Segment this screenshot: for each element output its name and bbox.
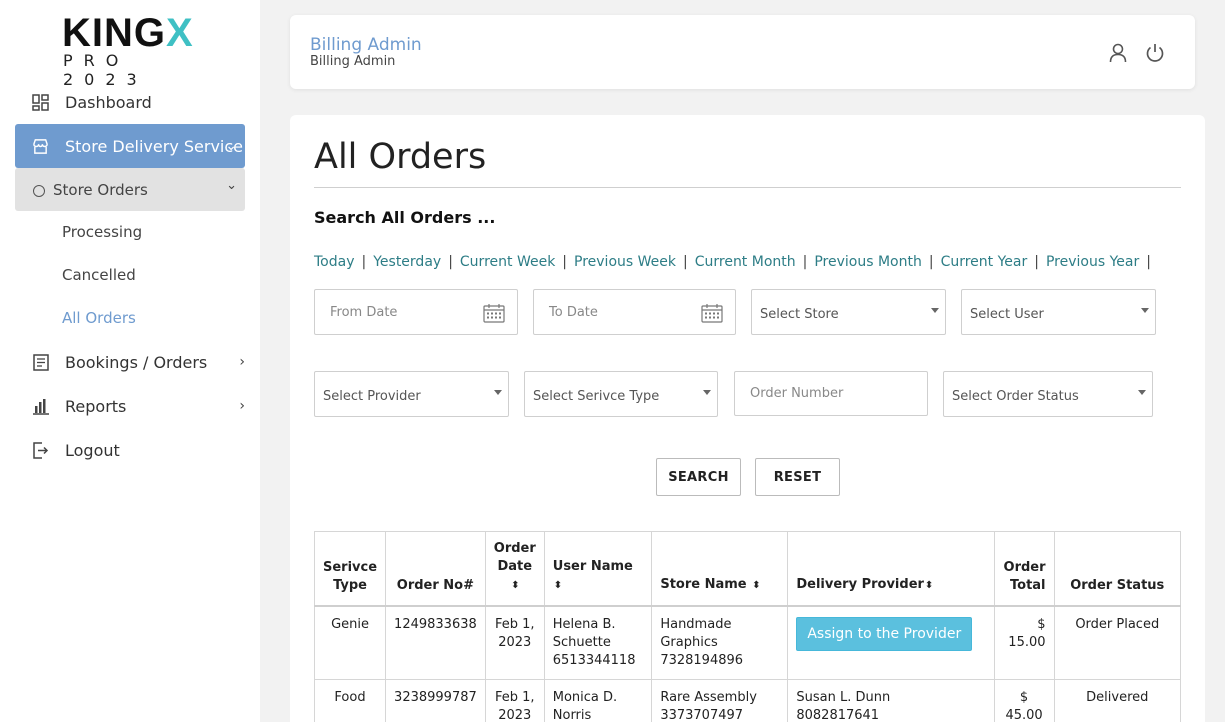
circle-icon xyxy=(33,185,45,197)
sidebar-item-store-orders[interactable]: Store Orders ⌄ xyxy=(15,168,245,211)
sidebar-link-processing[interactable]: Processing xyxy=(62,223,142,241)
sort-icon[interactable]: ⬍ xyxy=(752,580,760,591)
calendar-icon[interactable] xyxy=(701,303,723,323)
sidebar: KINGX PRO 2023 Dashboard Store Delivery … xyxy=(0,0,260,722)
cell-order-no: 1249833638 xyxy=(385,605,486,680)
caret-down-icon xyxy=(1138,390,1146,395)
divider xyxy=(314,187,1181,188)
table-header-row: Serivce Type Order No# Order Date ⬍ User Na… xyxy=(313,531,1182,607)
dashboard-icon xyxy=(32,93,49,111)
cell-service-type: Genie xyxy=(313,605,387,680)
chevron-right-icon: › xyxy=(239,354,245,370)
page-title: All Orders xyxy=(314,137,487,177)
cell-store-name: Handmade Graphics 7328194896 xyxy=(651,605,789,680)
sidebar-item-bookings[interactable]: Bookings / Orders › xyxy=(15,340,245,384)
cell-user-name: Helena B. Schuette 6513344118 xyxy=(543,605,653,680)
table-row: Genie 1249833638 Feb 1, 2023 Helena B. Sch… xyxy=(313,605,1182,680)
table-row: Food 3238999787 Feb 1, 2023 Monica D. Norr… xyxy=(313,679,1182,722)
caret-down-icon xyxy=(1141,308,1149,313)
sidebar-item-label: Store Delivery Service xyxy=(65,136,244,156)
cell-order-status: Delivered xyxy=(1053,679,1182,722)
sort-icon[interactable]: ⬍ xyxy=(554,580,562,591)
filter-previous-week[interactable]: Previous Week xyxy=(574,254,676,270)
assign-provider-button[interactable]: Assign to the Provider xyxy=(796,617,973,651)
column-header-order-date[interactable]: Order Date ⬍ xyxy=(484,531,545,607)
user-select[interactable]: Select User xyxy=(961,289,1156,335)
filter-yesterday[interactable]: Yesterday xyxy=(373,254,441,270)
chevron-right-icon: › xyxy=(239,398,245,414)
sidebar-item-label: Dashboard xyxy=(65,92,152,112)
filter-previous-year[interactable]: Previous Year xyxy=(1046,254,1139,270)
user-icon[interactable] xyxy=(1107,42,1129,64)
cell-order-total: $ 15.00 xyxy=(993,605,1055,680)
sidebar-link-cancelled[interactable]: Cancelled xyxy=(62,266,136,284)
filter-current-week[interactable]: Current Week xyxy=(460,254,555,270)
service-type-select[interactable]: Select Serivce Type xyxy=(524,371,718,417)
header-subtitle: Billing Admin xyxy=(310,54,396,69)
cell-order-no: 3238999787 xyxy=(385,679,486,722)
column-header-delivery-provider[interactable]: Delivery Provider⬍ xyxy=(787,531,995,607)
main-content: All Orders Search All Orders ... Today | … xyxy=(290,115,1205,722)
column-header-user-name[interactable]: User Name ⬍ xyxy=(543,531,653,607)
cell-order-date: Feb 1, 2023 xyxy=(484,679,545,722)
column-header-order-no: Order No# xyxy=(385,531,486,607)
sidebar-item-label: Logout xyxy=(65,440,120,460)
sidebar-item-store-delivery[interactable]: Store Delivery Service ⌄ xyxy=(15,124,245,168)
column-header-order-status: Order Status xyxy=(1053,531,1182,607)
store-icon xyxy=(32,138,49,155)
search-button[interactable]: SEARCH xyxy=(656,458,741,496)
logo-x: X xyxy=(166,11,194,55)
cell-order-date: Feb 1, 2023 xyxy=(484,605,545,680)
header-bar: Billing Admin Billing Admin xyxy=(290,15,1195,89)
store-select[interactable]: Select Store xyxy=(751,289,946,335)
sidebar-item-label: Bookings / Orders xyxy=(65,352,208,372)
caret-down-icon xyxy=(703,390,711,395)
logo-wordmark: KINGX xyxy=(62,11,202,55)
sidebar-item-label: Reports xyxy=(65,396,127,416)
chevron-down-icon: ⌄ xyxy=(225,138,237,154)
filter-previous-month[interactable]: Previous Month xyxy=(814,254,922,270)
column-header-service-type: Serivce Type xyxy=(313,531,387,607)
caret-down-icon xyxy=(931,308,939,313)
from-date-field[interactable]: From Date xyxy=(314,289,518,335)
orders-table: Serivce Type Order No# Order Date ⬍ User Na… xyxy=(313,531,1182,722)
cell-delivery-provider: Assign to the Provider xyxy=(787,605,995,680)
sidebar-link-all-orders[interactable]: All Orders xyxy=(62,309,136,327)
document-icon xyxy=(32,353,49,371)
provider-select[interactable]: Select Provider xyxy=(314,371,509,417)
logo[interactable]: KINGX PRO 2023 xyxy=(62,11,202,89)
column-header-store-name[interactable]: Store Name ⬍ xyxy=(651,531,789,607)
cell-store-name: Rare Assembly 3373707497 xyxy=(651,679,789,722)
header-title: Billing Admin xyxy=(310,35,422,55)
sidebar-item-logout[interactable]: Logout xyxy=(15,428,245,472)
filter-today[interactable]: Today xyxy=(314,254,355,270)
column-header-order-total: Order Total xyxy=(993,531,1055,607)
chevron-down-icon: ⌄ xyxy=(226,178,237,193)
filter-current-year[interactable]: Current Year xyxy=(941,254,1028,270)
caret-down-icon xyxy=(494,390,502,395)
order-status-select[interactable]: Select Order Status xyxy=(943,371,1153,417)
sidebar-item-dashboard[interactable]: Dashboard xyxy=(15,80,245,124)
search-heading: Search All Orders ... xyxy=(314,208,496,227)
sidebar-item-label: Store Orders xyxy=(53,180,148,199)
cell-order-total: $45.00 xyxy=(993,679,1055,722)
order-number-input[interactable]: Order Number xyxy=(734,371,928,416)
cell-user-name: Monica D. Norris xyxy=(543,679,653,722)
logo-text: KING xyxy=(62,11,166,55)
cell-service-type: Food xyxy=(313,679,387,722)
cell-order-status: Order Placed xyxy=(1053,605,1182,680)
calendar-icon[interactable] xyxy=(483,303,505,323)
reset-button[interactable]: RESET xyxy=(755,458,840,496)
bar-chart-icon xyxy=(32,398,49,415)
filter-current-month[interactable]: Current Month xyxy=(695,254,796,270)
sort-icon[interactable]: ⬍ xyxy=(511,580,519,591)
quick-date-filters: Today | Yesterday | Current Week | Previous… xyxy=(314,254,1151,270)
logout-icon xyxy=(32,441,49,459)
sidebar-item-reports[interactable]: Reports › xyxy=(15,384,245,428)
power-icon[interactable] xyxy=(1144,42,1166,64)
to-date-field[interactable]: To Date xyxy=(533,289,736,335)
cell-delivery-provider: Susan L. Dunn 8082817641 xyxy=(787,679,995,722)
sort-icon[interactable]: ⬍ xyxy=(925,580,933,591)
